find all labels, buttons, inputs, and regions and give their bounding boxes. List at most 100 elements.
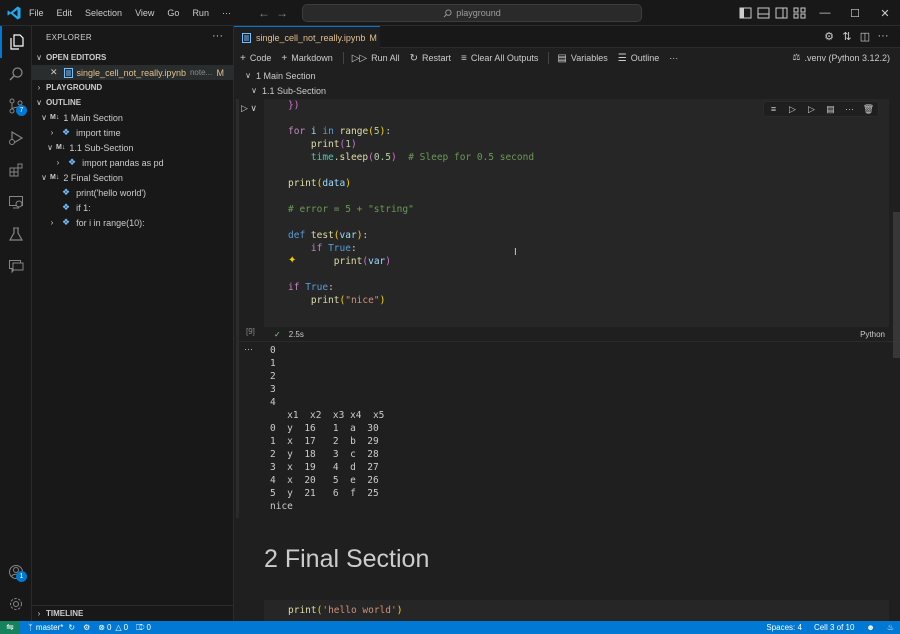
execution-duration: 2.5s [288, 329, 304, 339]
clear-outputs-label: Clear All Outputs [470, 53, 539, 63]
kernel-picker[interactable]: ⚖ .venv (Python 3.12.2) [792, 52, 890, 63]
outline-header[interactable]: ∨ OUTLINE [32, 95, 234, 110]
run-cell-icon[interactable]: ▷ ∨ [241, 103, 257, 114]
menu-run[interactable]: Run [192, 8, 209, 18]
manage-gear-icon[interactable] [0, 588, 32, 620]
split-editor-icon[interactable]: ◫ [856, 30, 874, 43]
outline-item-print-hello[interactable]: ❖ print('hello world') [32, 185, 234, 200]
sticky-scroll-main-section[interactable]: ∨ 1 Main Section [234, 68, 900, 83]
outline-button[interactable]: ☰ Outline [618, 53, 660, 64]
cell-language[interactable]: Python [860, 330, 885, 339]
variables-button[interactable]: ▤ Variables [557, 53, 607, 64]
split-cell-icon[interactable]: ▤ [821, 102, 840, 116]
maximize-icon[interactable]: ☐ [840, 0, 870, 26]
open-changes-icon[interactable]: ⇅ [838, 30, 856, 43]
clear-outputs-button[interactable]: ≡ Clear All Outputs [461, 53, 538, 64]
code-line: for i in range(5): [288, 126, 392, 137]
run-all-button[interactable]: ▷▷ Run All [352, 53, 400, 64]
testing-flask-icon[interactable] [0, 218, 32, 250]
delete-cell-icon[interactable]: 🗑 [859, 102, 878, 116]
open-editors-header[interactable]: ∨ OPEN EDITORS [32, 50, 234, 65]
problems-status[interactable]: ⊗ 0 △ 0 [98, 623, 128, 632]
outline-item-label: import time [76, 127, 121, 138]
vscode-logo-icon [7, 6, 21, 20]
outline-item-if-1[interactable]: ❖ if 1: [32, 200, 234, 215]
settings-gear-icon[interactable]: ⚙ [820, 30, 838, 43]
tab-notebook[interactable]: single_cell_not_really.ipynb M [234, 26, 380, 48]
toggle-sidebar-icon[interactable] [737, 6, 755, 20]
search-view-icon[interactable] [0, 58, 32, 90]
run-debug-icon[interactable] [0, 122, 32, 154]
source-control-icon[interactable]: 7 [0, 90, 32, 122]
add-markdown-button[interactable]: + Markdown [281, 53, 332, 64]
command-center-search[interactable]: playground [302, 4, 642, 22]
ports-status[interactable]: ⎄ 0 [136, 623, 151, 633]
sticky-scroll-sub-section[interactable]: ∨ 1.1 Sub-Section [234, 83, 900, 98]
menu-selection[interactable]: Selection [85, 8, 122, 18]
copilot-icon[interactable]: ☻ [866, 623, 874, 632]
execute-above-icon[interactable]: ▷ [783, 102, 802, 116]
run-by-line-icon[interactable]: ≡ [764, 102, 783, 116]
sidebar-more-button[interactable]: ··· [212, 30, 223, 42]
close-icon[interactable]: ✕ [50, 67, 58, 78]
nav-arrows: ← → [258, 6, 294, 20]
indentation-status[interactable]: Spaces: 4 [766, 623, 802, 632]
outline-item-main-section[interactable]: ∨ M↓ 1 Main Section [32, 110, 234, 125]
run-all-icon: ▷▷ [351, 52, 368, 64]
open-editor-item[interactable]: ✕ single_cell_not_really.ipynb note... M [32, 65, 234, 80]
extensions-icon[interactable] [0, 154, 32, 186]
code-line: if True: [288, 282, 334, 293]
playground-header[interactable]: › PLAYGROUND [32, 80, 234, 95]
notifications-bell-icon[interactable]: ♨ [887, 623, 894, 632]
execute-below-icon[interactable]: ▷ [802, 102, 821, 116]
vertical-scrollbar[interactable] [893, 212, 900, 358]
menu-file[interactable]: File [29, 8, 44, 18]
sparkle-icon[interactable]: ✦ [288, 255, 296, 266]
code-cell-editor[interactable]: ≡ ▷ ▷ ▤ ··· 🗑 }) for i in range(5): prin… [264, 99, 889, 327]
back-arrow-icon[interactable]: ← [258, 6, 276, 20]
restart-button[interactable]: ↻ Restart [410, 53, 451, 64]
forward-arrow-icon[interactable]: → [276, 6, 294, 20]
remote-indicator-icon[interactable]: ⇋ [0, 621, 20, 634]
live-share-icon[interactable]: ⚙ [83, 623, 90, 632]
branch-status[interactable]: ᛉ master* ↻ [28, 623, 75, 632]
chat-icon[interactable] [0, 250, 32, 282]
remote-explorer-icon[interactable] [0, 186, 32, 218]
branch-label: master* [35, 623, 64, 632]
explorer-icon[interactable] [0, 26, 32, 58]
outline-item-label: import pandas as pd [82, 157, 164, 168]
menu-view[interactable]: View [135, 8, 154, 18]
add-code-button[interactable]: + Code [240, 53, 271, 64]
menu-more[interactable]: ··· [222, 8, 231, 18]
menu-go[interactable]: Go [167, 8, 179, 18]
accounts-icon[interactable]: 1 [0, 556, 32, 588]
modified-badge: M [216, 67, 225, 78]
search-placeholder: playground [456, 8, 501, 18]
output-line: 2 [270, 371, 276, 382]
close-window-icon[interactable]: ✕ [870, 0, 900, 26]
outline-item-label: 2 Final Section [63, 172, 123, 183]
toggle-secondary-sidebar-icon[interactable] [773, 6, 791, 20]
add-markdown-label: Markdown [291, 53, 333, 63]
code-cell-editor[interactable]: print('hello world') [264, 600, 889, 621]
output-more-icon[interactable]: ··· [244, 344, 253, 354]
outline-item-final-section[interactable]: ∨ M↓ 2 Final Section [32, 170, 234, 185]
outline-item-import-pandas[interactable]: › ❖ import pandas as pd [32, 155, 234, 170]
outline-item-for-range[interactable]: › ❖ for i in range(10): [32, 215, 234, 230]
toggle-panel-icon[interactable] [755, 6, 773, 20]
outline-item-import-time[interactable]: › ❖ import time [32, 125, 234, 140]
toolbar-divider [342, 52, 344, 64]
customize-layout-icon[interactable] [791, 6, 809, 20]
outline-item-sub-section[interactable]: ∨ M↓ 1.1 Sub-Section [32, 140, 234, 155]
timeline-header[interactable]: › TIMELINE [32, 605, 234, 620]
menu-edit[interactable]: Edit [57, 8, 73, 18]
cell-position-status[interactable]: Cell 3 of 10 [814, 623, 854, 632]
minimize-icon[interactable]: — [810, 0, 840, 26]
markdown-heading[interactable]: 2 Final Section [264, 545, 429, 574]
notebook-cells: ▷ ∨ ≡ ▷ ▷ ▤ ··· 🗑 }) for i in range(5): … [234, 99, 900, 621]
more-actions-icon[interactable]: ··· [874, 30, 892, 43]
more-cell-actions-icon[interactable]: ··· [840, 102, 859, 116]
ports-count: 0 [146, 623, 151, 632]
source-control-badge: 7 [16, 105, 27, 116]
toolbar-more-button[interactable]: ··· [669, 53, 678, 63]
